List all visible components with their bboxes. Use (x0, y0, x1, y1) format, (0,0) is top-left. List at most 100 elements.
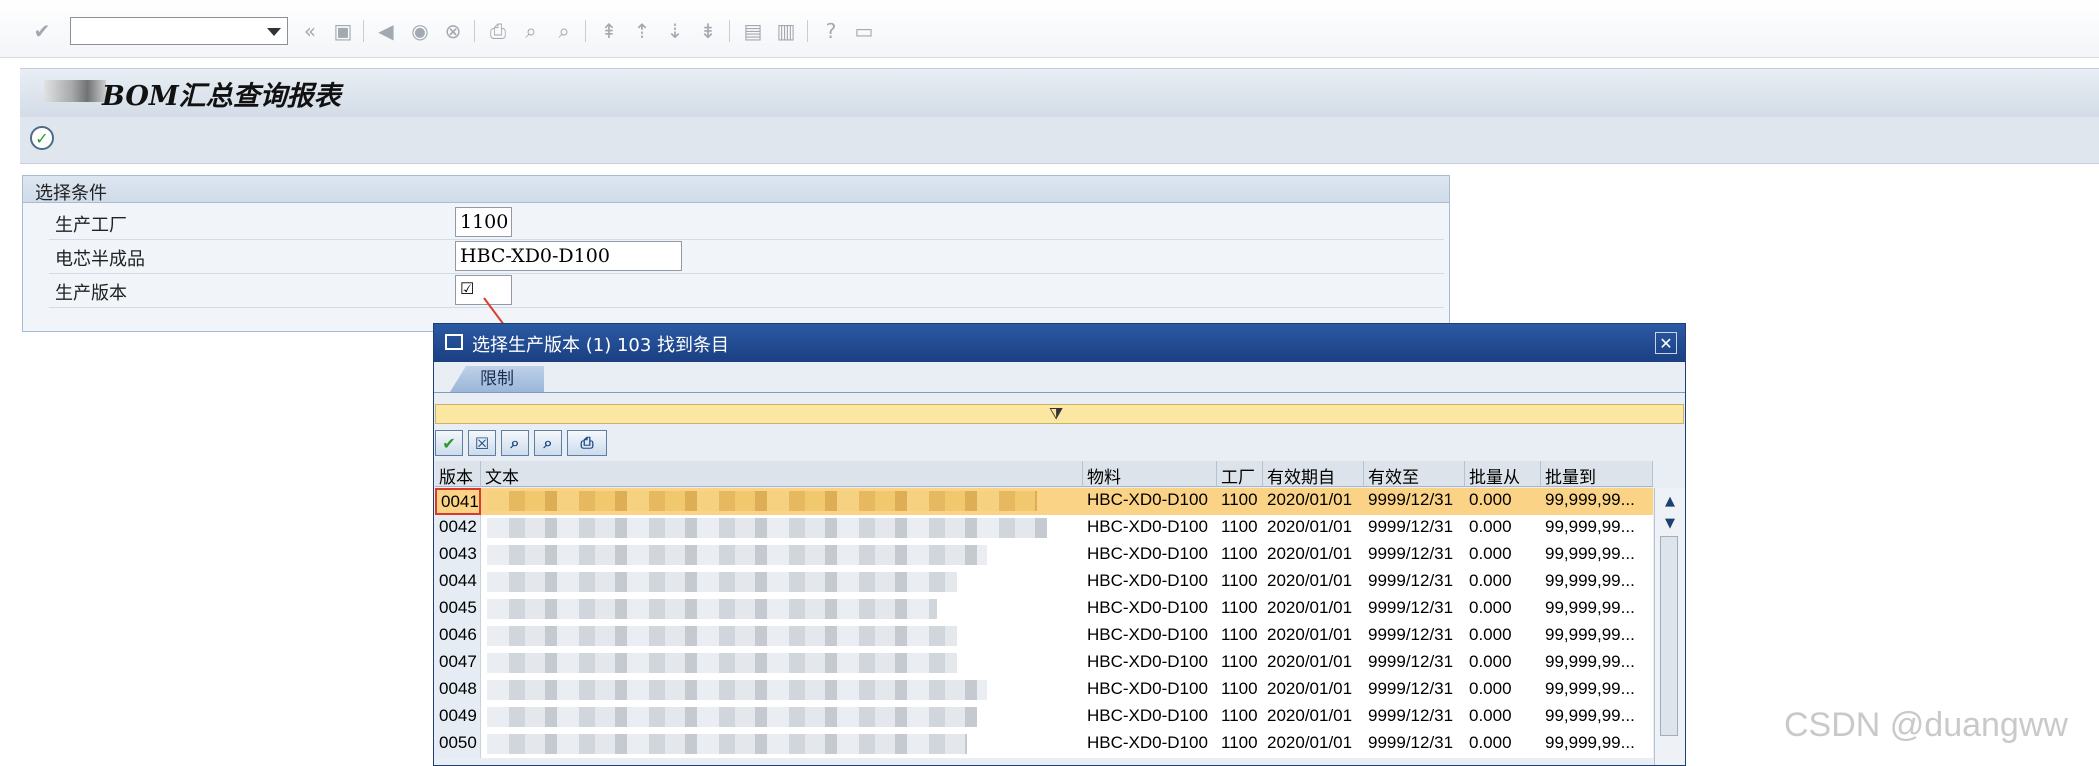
confirm-icon[interactable]: ✔ (435, 430, 463, 456)
expand-icon[interactable]: ⧩ (1049, 405, 1063, 423)
cell-lot-to: 99,999,99... (1545, 706, 1635, 725)
cell-text-redacted (487, 734, 967, 754)
find-icon[interactable]: ⌕ (518, 18, 544, 44)
cell-lot-to: 99,999,99... (1545, 733, 1635, 752)
first-page-icon[interactable]: ⇞ (596, 18, 622, 44)
cell-lot-from: 0.000 (1469, 517, 1512, 536)
cell-valid-to: 9999/12/31 (1368, 517, 1454, 536)
table-row[interactable]: 0045 HBC-XD0-D100 1100 2020/01/01 9999/12/31… (435, 596, 1653, 623)
table-row[interactable]: 0048 HBC-XD0-D100 1100 2020/01/01 9999/12/31… (435, 677, 1653, 704)
field-row-version: 生产版本 ☑ (49, 274, 1444, 308)
vertical-scrollbar[interactable]: ▲ ▼ (1654, 488, 1685, 765)
back-icon[interactable]: ◀ (373, 18, 399, 44)
cell-valid-from: 2020/01/01 (1267, 571, 1353, 590)
cell-valid-to: 9999/12/31 (1368, 544, 1454, 563)
table-row[interactable]: 0047 HBC-XD0-D100 1100 2020/01/01 9999/12/31… (435, 650, 1653, 677)
cell-valid-from: 2020/01/01 (1267, 490, 1353, 509)
col-header-material[interactable]: 物料 (1083, 461, 1217, 487)
exit-icon[interactable]: ◉ (407, 18, 433, 44)
col-header-valid-to[interactable]: 有效至 (1364, 461, 1465, 487)
table-row[interactable]: 0044 HBC-XD0-D100 1100 2020/01/01 9999/12/31… (435, 569, 1653, 596)
dialog-title-bar: 选择生产版本 (1) 103 找到条目 ✕ (434, 324, 1685, 362)
dialog-toolbar: ✔ ☒ ⌕ ⌕ ⎙ (434, 426, 1685, 460)
command-field[interactable] (70, 17, 288, 45)
table-row[interactable]: 0043 HBC-XD0-D100 1100 2020/01/01 9999/12/31… (435, 542, 1653, 569)
f4-help-dialog: 选择生产版本 (1) 103 找到条目 ✕ 限制 ⧩ ✔ ☒ ⌕ ⌕ ⎙ 版本 … (433, 323, 1686, 766)
cell-material: HBC-XD0-D100 (1087, 625, 1208, 644)
table-row[interactable]: 0050 HBC-XD0-D100 1100 2020/01/01 9999/12/31… (435, 731, 1653, 758)
cell-valid-to: 9999/12/31 (1368, 598, 1454, 617)
cell-valid-from: 2020/01/01 (1267, 517, 1353, 536)
cancel-box-icon[interactable]: ☒ (468, 430, 496, 456)
tab-strip: 限制 (434, 362, 1685, 393)
cell-lot-to: 99,999,99... (1545, 652, 1635, 671)
dialog-title: 选择生产版本 (1) 103 找到条目 (472, 335, 730, 356)
cell-text-redacted (487, 518, 1047, 538)
shortcut-icon[interactable]: ▥ (773, 18, 799, 44)
col-header-valid-from[interactable]: 有效期自 (1263, 461, 1364, 487)
table-row[interactable]: 0046 HBC-XD0-D100 1100 2020/01/01 9999/12/31… (435, 623, 1653, 650)
cell-text-redacted (487, 572, 957, 592)
find-next-icon[interactable]: ⌕ (551, 18, 577, 44)
cell-lot-from: 0.000 (1469, 652, 1512, 671)
cell-valid-to: 9999/12/31 (1368, 733, 1454, 752)
chevron-down-icon[interactable] (267, 28, 281, 36)
cancel-icon[interactable]: ⊗ (440, 18, 466, 44)
cell-plant: 1100 (1221, 625, 1258, 644)
enter-icon[interactable]: ✔ (29, 18, 55, 44)
find-icon[interactable]: ⌕ (501, 430, 529, 456)
cell-valid-from: 2020/01/01 (1267, 733, 1353, 752)
material-field[interactable]: HBC-XD0-D100 (455, 241, 682, 271)
save-icon[interactable]: ▣ (330, 18, 356, 44)
cell-plant: 1100 (1221, 571, 1258, 590)
back-double-icon[interactable]: « (297, 18, 323, 44)
table-row[interactable]: 0041 HBC-XD0-D100 1100 2020/01/01 9999/12/31… (435, 488, 1653, 515)
print-menu-icon[interactable]: ⎙ (567, 430, 607, 456)
dialog-window-icon (445, 334, 463, 350)
cell-valid-to: 9999/12/31 (1368, 652, 1454, 671)
plant-field[interactable]: 1100 (455, 207, 512, 237)
col-header-text[interactable]: 文本 (481, 461, 1083, 487)
restrictions-toggle-bar[interactable]: ⧩ (435, 404, 1684, 424)
scroll-down-icon[interactable]: ▼ (1659, 514, 1681, 534)
cell-valid-from: 2020/01/01 (1267, 679, 1353, 698)
col-header-plant[interactable]: 工厂 (1217, 461, 1263, 487)
scroll-thumb[interactable] (1660, 536, 1678, 736)
cell-lot-from: 0.000 (1469, 544, 1512, 563)
cell-material: HBC-XD0-D100 (1087, 598, 1208, 617)
execute-icon[interactable]: ✓ (30, 126, 54, 150)
table-row[interactable]: 0049 HBC-XD0-D100 1100 2020/01/01 9999/12/31… (435, 704, 1653, 731)
new-session-icon[interactable]: ▤ (740, 18, 766, 44)
cell-plant: 1100 (1221, 490, 1258, 509)
cell-plant: 1100 (1221, 652, 1258, 671)
find-next-icon[interactable]: ⌕ (534, 430, 562, 456)
scroll-up-icon[interactable]: ▲ (1659, 492, 1681, 512)
cell-text-redacted (487, 653, 957, 673)
selection-criteria-box: 选择条件 生产工厂 1100 电芯半成品 HBC-XD0-D100 生产版本 ☑ (22, 175, 1450, 332)
cell-lot-from: 0.000 (1469, 733, 1512, 752)
selection-header: 选择条件 (23, 176, 1449, 204)
col-header-lot-from[interactable]: 批量从 (1465, 461, 1541, 487)
cell-lot-to: 99,999,99... (1545, 625, 1635, 644)
cell-material: HBC-XD0-D100 (1087, 679, 1208, 698)
field-row-material: 电芯半成品 HBC-XD0-D100 (49, 240, 1444, 274)
next-page-icon[interactable]: ⇣ (662, 18, 688, 44)
cell-lot-to: 99,999,99... (1545, 571, 1635, 590)
col-header-version[interactable]: 版本 (435, 461, 481, 487)
cell-version: 0042 (435, 515, 481, 542)
last-page-icon[interactable]: ⇟ (695, 18, 721, 44)
cell-valid-from: 2020/01/01 (1267, 544, 1353, 563)
prev-page-icon[interactable]: ⇡ (629, 18, 655, 44)
col-header-lot-to[interactable]: 批量到 (1541, 461, 1653, 487)
version-label: 生产版本 (55, 283, 127, 304)
layout-icon[interactable]: ▭ (851, 18, 877, 44)
cell-material: HBC-XD0-D100 (1087, 517, 1208, 536)
tab-restrictions[interactable]: 限制 (450, 366, 544, 392)
cell-lot-from: 0.000 (1469, 706, 1512, 725)
print-icon[interactable]: ⎙ (485, 18, 511, 44)
cell-lot-from: 0.000 (1469, 598, 1512, 617)
cell-material: HBC-XD0-D100 (1087, 490, 1208, 509)
close-icon[interactable]: ✕ (1655, 332, 1677, 354)
help-icon[interactable]: ? (818, 18, 844, 44)
table-row[interactable]: 0042 HBC-XD0-D100 1100 2020/01/01 9999/12/31… (435, 515, 1653, 542)
